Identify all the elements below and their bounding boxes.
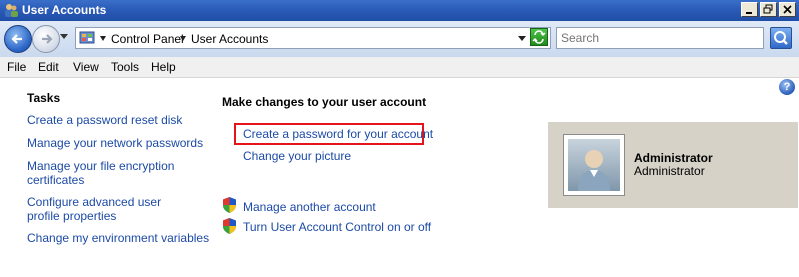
arrow-left-icon [11, 34, 22, 44]
search-icon [774, 31, 788, 45]
title-bar: User Accounts [0, 0, 799, 21]
restore-icon [763, 4, 773, 14]
back-button[interactable] [4, 25, 32, 53]
breadcrumb-control-panel[interactable]: Control Panel [111, 32, 184, 46]
task-change-environment-variables[interactable]: Change my environment variables [27, 231, 209, 245]
help-icon[interactable]: ? [779, 79, 795, 95]
task-manage-file-encryption-certificates[interactable]: Manage your file encryption certificates [27, 159, 177, 187]
window-title: User Accounts [22, 3, 107, 17]
change-picture-link[interactable]: Change your picture [243, 149, 351, 163]
shield-icon [223, 197, 236, 213]
minimize-button[interactable] [741, 2, 758, 17]
menu-help[interactable]: Help [151, 60, 176, 74]
avatar[interactable] [563, 134, 625, 196]
user-accounts-icon [5, 4, 18, 17]
section-heading: Make changes to your user account [222, 95, 427, 109]
menu-file[interactable]: File [7, 60, 26, 74]
user-role: Administrator [634, 164, 705, 178]
control-panel-icon [79, 31, 95, 44]
breadcrumb-arrow-icon[interactable] [180, 36, 186, 42]
user-name: Administrator [634, 151, 713, 165]
task-create-password-reset-disk[interactable]: Create a password reset disk [27, 113, 182, 127]
manage-another-account-link[interactable]: Manage another account [243, 200, 376, 214]
recent-pages-dropdown-icon[interactable] [60, 34, 68, 40]
menu-bar: File Edit View Tools Help [0, 57, 799, 78]
breadcrumb-user-accounts[interactable]: User Accounts [191, 32, 268, 46]
tasks-heading: Tasks [27, 91, 61, 105]
address-dropdown-icon[interactable] [518, 36, 526, 42]
uac-toggle-link[interactable]: Turn User Account Control on or off [243, 220, 431, 234]
create-password-link[interactable]: Create a password for your account [243, 127, 433, 141]
user-panel: Administrator Administrator [548, 122, 798, 208]
close-icon [783, 5, 792, 14]
refresh-button[interactable] [530, 28, 548, 46]
address-bar[interactable]: Control Panel User Accounts [75, 27, 551, 49]
menu-tools[interactable]: Tools [111, 60, 139, 74]
breadcrumb-arrow-icon[interactable] [100, 36, 106, 42]
navigation-bar: Control Panel User Accounts [0, 21, 799, 58]
minimize-icon [746, 12, 752, 14]
close-button[interactable] [779, 2, 796, 17]
menu-view[interactable]: View [73, 60, 99, 74]
task-configure-advanced-profile[interactable]: Configure advanced user profile properti… [27, 195, 192, 223]
search-input[interactable] [556, 27, 764, 49]
menu-edit[interactable]: Edit [38, 60, 59, 74]
restore-button[interactable] [760, 2, 777, 17]
shield-icon [223, 218, 236, 234]
arrow-right-icon [42, 34, 53, 44]
refresh-icon [532, 30, 546, 44]
user-silhouette-icon [578, 150, 610, 191]
forward-button[interactable] [32, 25, 60, 53]
task-manage-network-passwords[interactable]: Manage your network passwords [27, 136, 203, 150]
search-button[interactable] [770, 27, 792, 49]
